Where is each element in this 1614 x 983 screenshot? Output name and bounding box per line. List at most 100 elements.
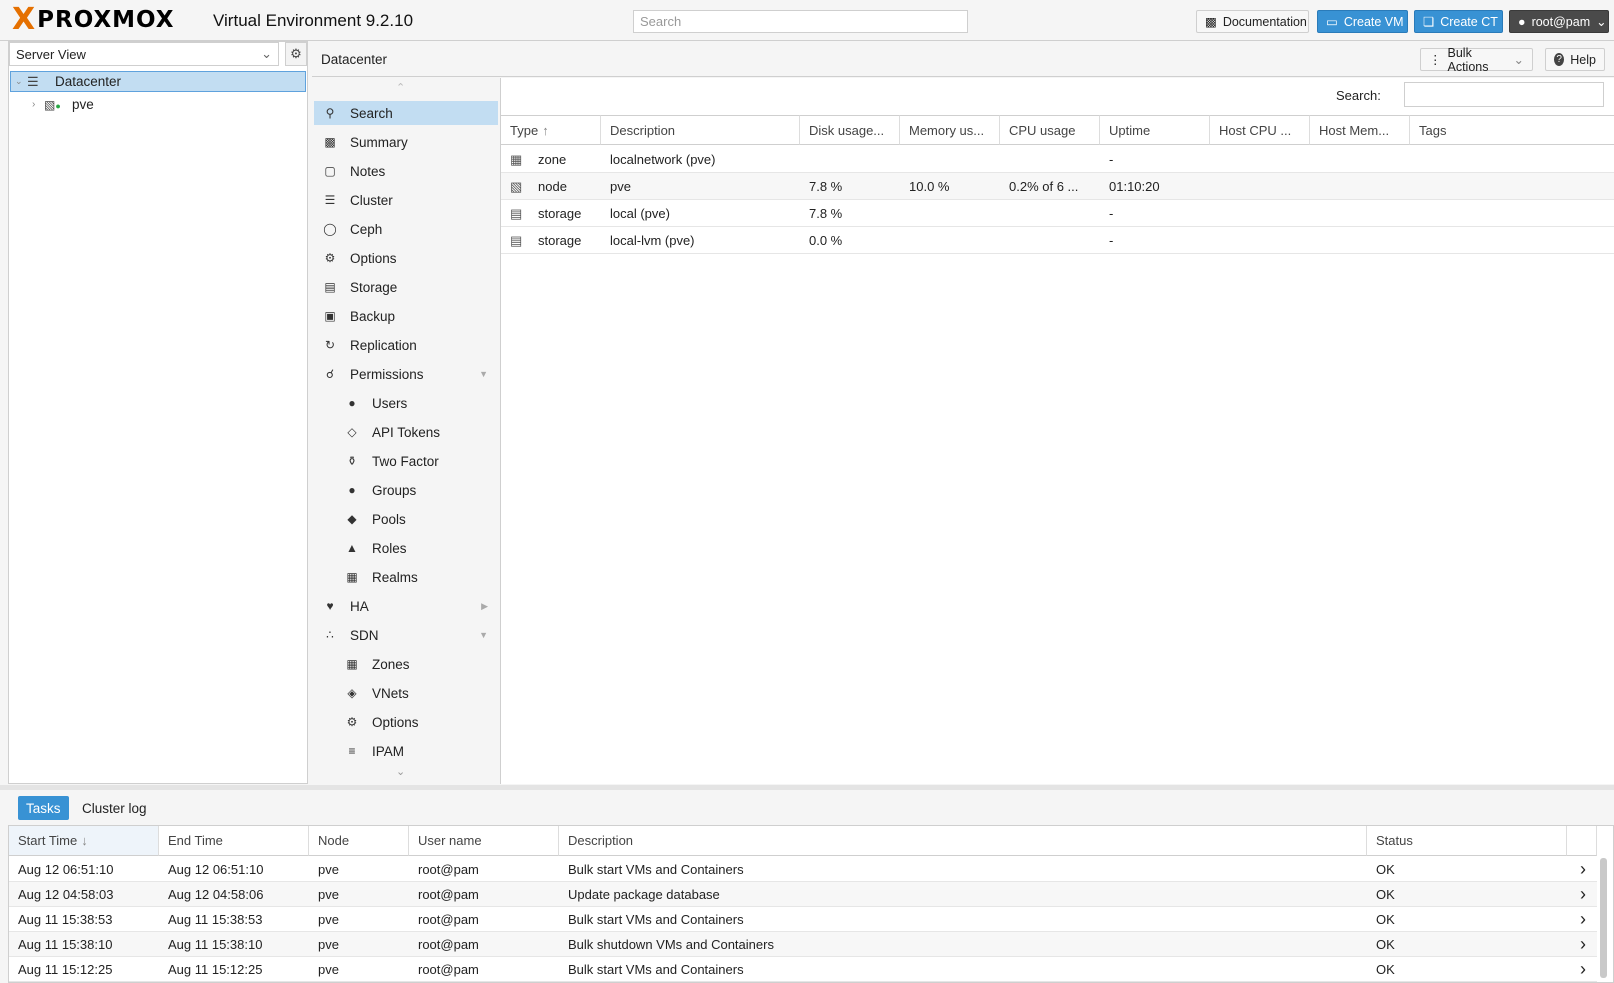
menu-item-ha[interactable]: ♥ HA ▶ [314,594,498,618]
chevron-right-icon[interactable]: › [1571,857,1591,882]
grid-search-input[interactable] [1404,82,1604,107]
task-row[interactable]: Aug 11 15:12:25 Aug 11 15:12:25 pve root@pa… [9,957,1597,982]
menu-item-cluster[interactable]: ☰ Cluster [314,188,498,212]
menu-item-ceph[interactable]: ◯ Ceph [314,217,498,241]
column-header-user[interactable]: User name [409,826,559,856]
menu-item-groups[interactable]: ● Groups [314,478,498,502]
table-cell [1000,227,1100,254]
table-row[interactable]: ▤ storage local (pve) 7.8 % - [501,200,1614,227]
view-gear-button[interactable]: ⚙ [285,42,307,66]
table-cell [1210,200,1310,227]
column-header-tags[interactable]: Tags [1410,115,1614,145]
table-cell: localnetwork (pve) [610,152,716,167]
menu-item-storage[interactable]: ▤ Storage [314,275,498,299]
menu-item-sdn[interactable]: ∴ SDN ▼ [314,623,498,647]
menu-item-replication[interactable]: ↻ Replication [314,333,498,357]
scroll-down-icon[interactable]: ⌄ [396,765,405,778]
chevron-right-icon[interactable]: › [1571,907,1591,932]
table-cell: Aug 11 15:38:53 [168,912,263,927]
menu-item-two-factor[interactable]: ⚱ Two Factor [314,449,498,473]
cube-icon: ❏ [1423,15,1435,29]
content-header [312,42,1614,77]
column-header-description[interactable]: Description [601,115,800,145]
menu-item-summary[interactable]: ▩ Summary [314,130,498,154]
chevron-right-icon[interactable]: › [1571,882,1591,907]
table-cell [900,200,1000,227]
task-row[interactable]: Aug 12 04:58:03 Aug 12 04:58:06 pve root@pa… [9,882,1597,907]
view-selector[interactable]: Server View ⌄ [9,42,279,66]
tree-item-pve[interactable]: › ▧● pve [10,94,306,115]
menu-item-zones[interactable]: ▦ Zones [314,652,498,676]
male-icon: ▲ [346,541,358,555]
menu-item-vnets[interactable]: ◈ VNets [314,681,498,705]
menu-item-backup[interactable]: ▣ Backup [314,304,498,328]
menu-item-permissions[interactable]: ☌ Permissions ▼ [314,362,498,386]
tab-tasks[interactable]: Tasks [18,796,69,820]
task-row[interactable]: Aug 12 06:51:10 Aug 12 06:51:10 pve root@pa… [9,857,1597,882]
column-header-uptime[interactable]: Uptime [1100,115,1210,145]
chevron-right-icon[interactable]: › [1571,932,1591,957]
documentation-button[interactable]: ▩ Documentation [1196,10,1309,33]
create-ct-button[interactable]: ❏ Create CT [1414,10,1503,33]
version-label: Virtual Environment 9.2.10 [213,11,414,30]
tab-cluster-log[interactable]: Cluster log [74,796,155,820]
task-row[interactable]: Aug 11 15:38:10 Aug 11 15:38:10 pve root@pa… [9,932,1597,957]
help-button[interactable]: ? Help [1545,48,1605,71]
menu-item-roles[interactable]: ▲ Roles [314,536,498,560]
user-icon: ● [1518,14,1526,29]
table-cell [1410,146,1614,173]
expand-caret-icon[interactable]: ▶ [481,601,488,612]
table-cell [1210,173,1310,200]
column-header-type[interactable]: Type ↑ [501,115,601,145]
task-tab-bar [8,790,1614,826]
table-row[interactable]: ▧ node pve 7.8 % 10.0 % 0.2% of 6 ... 01:10:20 [501,173,1614,200]
collapse-caret-icon[interactable]: ▼ [479,630,488,640]
table-cell [1310,146,1410,173]
tags-icon: ◆ [347,512,357,526]
column-header-description[interactable]: Description [559,826,1367,856]
collapse-caret-icon[interactable]: ▼ [479,369,488,379]
column-header-memory[interactable]: Memory us... [900,115,1000,145]
scroll-up-icon[interactable]: ⌃ [396,81,405,94]
column-header-status[interactable]: Status [1367,826,1567,856]
column-header-cpu[interactable]: CPU usage [1000,115,1100,145]
table-cell [900,227,1000,254]
menu-item-users[interactable]: ● Users [314,391,498,415]
table-cell [1310,173,1410,200]
menu-item-pools[interactable]: ◆ Pools [314,507,498,531]
table-cell: local (pve) [610,206,670,221]
menu-item-options[interactable]: ⚙ Options [314,710,498,734]
column-header-end-time[interactable]: End Time [159,826,309,856]
bulk-actions-button[interactable]: ⋮ Bulk Actions ⌄ [1420,46,1533,74]
table-cell: Aug 12 06:51:10 [18,862,114,877]
menu-item-search[interactable]: ⚲ Search [314,101,498,125]
menu-item-realms[interactable]: ▦ Realms [314,565,498,589]
server-icon: ☰ [27,73,39,89]
chevron-right-icon[interactable]: › [1571,957,1591,982]
menu-item-options[interactable]: ⚙ Options [314,246,498,270]
global-search-input[interactable]: Search [633,10,968,33]
tree-item-datacenter[interactable]: ⌄ ☰ Datacenter [10,71,306,92]
task-scrollbar[interactable] [1600,858,1607,978]
table-row[interactable]: ▦ zone localnetwork (pve) - [501,146,1614,173]
task-row[interactable]: Aug 11 15:38:53 Aug 11 15:38:53 pve root@pa… [9,907,1597,932]
create-vm-button[interactable]: ▭ Create VM [1317,10,1408,33]
table-cell: OK [1376,962,1395,977]
column-header-start-time[interactable]: Start Time ↓ [9,826,159,856]
table-cell [1000,200,1100,227]
menu-item-api-tokens[interactable]: ◇ API Tokens [314,420,498,444]
table-cell: Aug 11 15:12:25 [168,962,263,977]
sort-desc-icon: ↓ [81,833,88,848]
table-cell: Aug 11 15:12:25 [18,962,113,977]
menu-item-notes[interactable]: ▢ Notes [314,159,498,183]
table-cell: root@pam [418,912,479,927]
table-cell: root@pam [418,962,479,977]
menu-item-ipam[interactable]: ≡ IPAM [314,739,498,763]
column-header-host-cpu[interactable]: Host CPU ... [1210,115,1310,145]
user-menu-button[interactable]: ● root@pam ⌄ [1509,10,1609,33]
column-header-node[interactable]: Node [309,826,409,856]
column-header-disk[interactable]: Disk usage... [800,115,900,145]
table-row[interactable]: ▤ storage local-lvm (pve) 0.0 % - [501,227,1614,254]
column-header-host-mem[interactable]: Host Mem... [1310,115,1410,145]
table-cell [800,146,900,173]
